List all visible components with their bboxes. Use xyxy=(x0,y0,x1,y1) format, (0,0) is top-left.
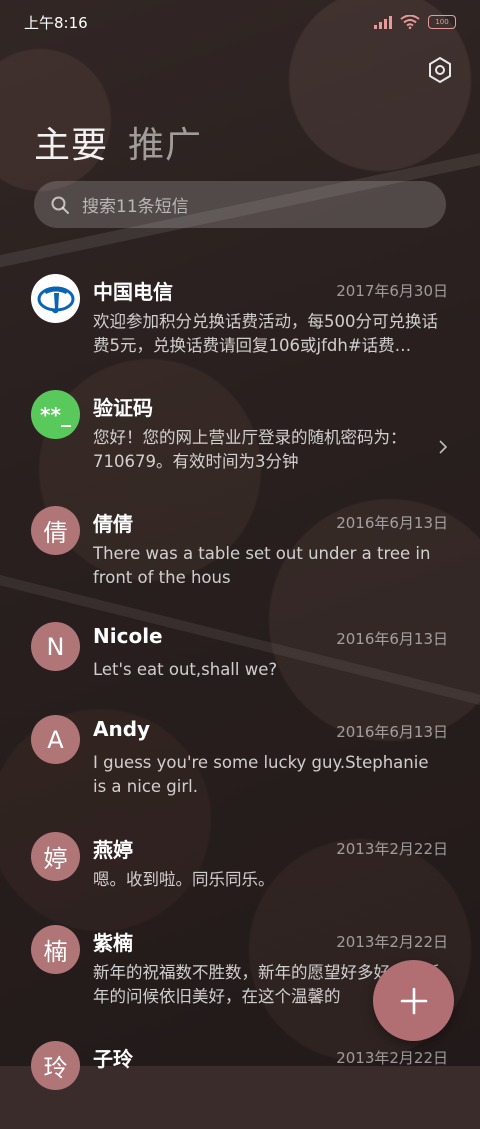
message-preview: 您好！您的网上营业厅登录的随机密码为：710679。有效时间为3分钟 xyxy=(93,428,407,471)
message-date: 2013年2月22日 xyxy=(336,1049,448,1067)
message-preview: 欢迎参加积分兑换话费活动，每500分可兑换话费5元，兑换话费请回复106或jfd… xyxy=(93,312,438,355)
conversation-item[interactable]: 倩 倩倩 2016年6月13日 There was a table set ou… xyxy=(0,494,480,594)
search-bar[interactable]: 搜索11条短信 xyxy=(34,181,446,228)
contact-name: 燕婷 xyxy=(93,838,133,862)
contact-name: 倩倩 xyxy=(93,512,133,536)
avatar: N xyxy=(31,622,80,671)
chevron-right-icon xyxy=(439,440,448,454)
contact-name: 中国电信 xyxy=(93,280,173,304)
battery-icon: 100 xyxy=(428,15,456,29)
message-preview: I guess you're some lucky guy.Stephanie … xyxy=(93,753,429,796)
message-date: 2016年6月13日 xyxy=(336,514,448,532)
tab-main[interactable]: 主要 xyxy=(34,116,108,168)
wifi-icon xyxy=(400,15,420,29)
search-placeholder: 搜索11条短信 xyxy=(82,197,189,217)
message-date: 2017年6月30日 xyxy=(336,282,448,300)
contact-name: Nicole xyxy=(93,624,163,648)
contact-name: 验证码 xyxy=(93,396,153,420)
conversation-item[interactable]: 中国电信 2017年6月30日 欢迎参加积分兑换话费活动，每500分可兑换话费5… xyxy=(0,262,480,362)
conversation-item[interactable]: A Andy 2016年6月13日 I guess you're some lu… xyxy=(0,703,480,803)
tab-bar: 主要 推广 xyxy=(34,116,202,168)
avatar: A xyxy=(31,715,80,764)
avatar: 婷 xyxy=(31,832,80,881)
avatar xyxy=(31,274,80,323)
signal-icon xyxy=(374,15,392,29)
message-date: 2016年6月13日 xyxy=(336,630,448,648)
message-preview: 嗯。收到啦。同乐同乐。 xyxy=(93,870,275,889)
contact-name: 紫楠 xyxy=(93,931,133,955)
gear-icon[interactable] xyxy=(426,56,454,84)
conversation-item[interactable]: N Nicole 2016年6月13日 Let's eat out,shall … xyxy=(0,610,480,710)
china-telecom-logo-icon xyxy=(37,286,74,313)
contact-name: Andy xyxy=(93,717,151,741)
message-preview: Let's eat out,shall we? xyxy=(93,660,278,679)
avatar: 倩 xyxy=(31,506,80,555)
conversation-item[interactable]: 婷 燕婷 2013年2月22日 嗯。收到啦。同乐同乐。 xyxy=(0,820,480,920)
message-date: 2013年2月22日 xyxy=(336,933,448,951)
message-date: 2016年6月13日 xyxy=(336,723,448,741)
avatar: 楠 xyxy=(31,925,80,974)
status-bar: 上午8:16 100 xyxy=(0,0,480,44)
status-time: 上午8:16 xyxy=(24,13,88,32)
plus-icon xyxy=(400,987,427,1014)
tab-promotion[interactable]: 推广 xyxy=(128,116,202,168)
avatar: **_ xyxy=(31,390,80,439)
search-icon xyxy=(51,196,69,214)
status-icons: 100 xyxy=(374,15,456,29)
contact-name: 子玲 xyxy=(93,1047,133,1071)
message-date: 2013年2月22日 xyxy=(336,840,448,858)
conversation-item[interactable]: 玲 子玲 2013年2月22日 xyxy=(0,1029,480,1129)
message-preview: There was a table set out under a tree i… xyxy=(93,544,431,587)
conversation-item[interactable]: **_ 验证码 您好！您的网上营业厅登录的随机密码为：710679。有效时间为3… xyxy=(0,378,480,478)
new-message-button[interactable] xyxy=(373,960,454,1041)
